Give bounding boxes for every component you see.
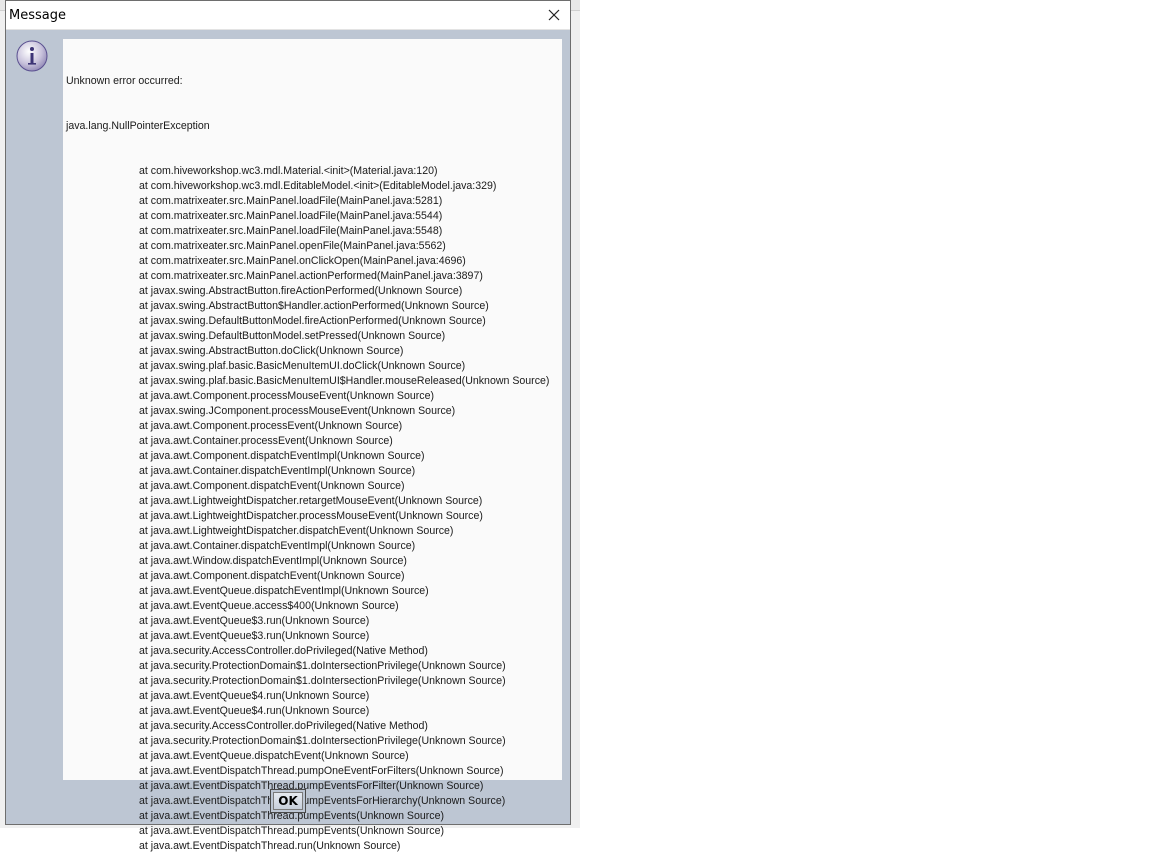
stack-frame-line: at java.awt.Component.dispatchEvent(Unkn… <box>139 570 405 582</box>
message-panel: Unknown error occurred: java.lang.NullPo… <box>63 39 562 852</box>
stack-frame-line: at java.awt.EventQueue$3.run(Unknown Sou… <box>139 615 370 627</box>
stack-frame-line: at java.awt.EventQueue.dispatchEventImpl… <box>139 585 429 597</box>
stack-frame-line: at java.awt.Window.dispatchEventImpl(Unk… <box>139 555 407 567</box>
stack-frame-line: at com.hiveworkshop.wc3.mdl.Material.<in… <box>139 165 438 177</box>
stack-frame-line: at java.awt.EventQueue.dispatchEvent(Unk… <box>139 750 409 762</box>
stack-frame-line: at java.awt.EventDispatchThread.pumpEven… <box>139 795 506 807</box>
stack-frame-line: at java.awt.Component.dispatchEventImpl(… <box>139 450 425 462</box>
stack-frame-line: at com.matrixeater.src.MainPanel.actionP… <box>139 270 483 282</box>
message-dialog: Message Unknown error occurred: java.lan… <box>5 0 571 852</box>
stack-frame-line: at javax.swing.AbstractButton$Handler.ac… <box>139 300 489 312</box>
stack-frame-line: at com.hiveworkshop.wc3.mdl.EditableMode… <box>139 180 497 192</box>
stack-frame-line: at com.matrixeater.src.MainPanel.onClick… <box>139 255 466 267</box>
stack-frame-line: at com.matrixeater.src.MainPanel.loadFil… <box>139 195 443 207</box>
stack-frame-line: at javax.swing.AbstractButton.doClick(Un… <box>139 345 404 357</box>
stack-frame-line: at java.security.ProtectionDomain$1.doIn… <box>139 735 506 747</box>
stack-frame-line: at java.awt.Container.processEvent(Unkno… <box>139 435 393 447</box>
stack-frame-line: at java.awt.EventDispatchThread.pumpOneE… <box>139 765 504 777</box>
stack-frame-line: at com.matrixeater.src.MainPanel.loadFil… <box>139 225 443 237</box>
error-message-text: Unknown error occurred: java.lang.NullPo… <box>66 44 549 854</box>
stack-frame-line: at java.awt.EventDispatchThread.pumpEven… <box>139 810 445 822</box>
stack-frame-line: at java.awt.EventDispatchThread.run(Unkn… <box>139 840 401 852</box>
stack-frame-line: at javax.swing.plaf.basic.BasicMenuItemU… <box>139 375 550 387</box>
stack-frame-line: at java.security.ProtectionDomain$1.doIn… <box>139 675 506 687</box>
close-icon <box>548 9 560 21</box>
stack-frame-line: at java.security.AccessController.doPriv… <box>139 720 428 732</box>
close-button[interactable] <box>544 5 564 25</box>
stack-frame-line: at java.awt.EventQueue.access$400(Unknow… <box>139 600 399 612</box>
stack-frame-line: at java.security.AccessController.doPriv… <box>139 645 428 657</box>
stack-frame-line: at java.awt.Component.processEvent(Unkno… <box>139 420 403 432</box>
stack-frame-line: at java.awt.LightweightDispatcher.retarg… <box>139 495 483 507</box>
stack-frame-line: at java.awt.EventQueue$4.run(Unknown Sou… <box>139 690 370 702</box>
stack-frame-line: at java.awt.LightweightDispatcher.proces… <box>139 510 483 522</box>
ok-button-focus-ring: OK <box>270 789 306 813</box>
stack-frame-line: at javax.swing.DefaultButtonModel.fireAc… <box>139 315 486 327</box>
dialog-title: Message <box>9 8 66 23</box>
stack-frame-line: at java.awt.EventDispatchThread.pumpEven… <box>139 825 445 837</box>
error-heading: Unknown error occurred: <box>66 75 183 87</box>
stack-frame-line: at java.awt.Component.processMouseEvent(… <box>139 390 435 402</box>
info-icon <box>15 39 49 73</box>
stack-frame-line: at javax.swing.JComponent.processMouseEv… <box>139 405 456 417</box>
stack-frame-line: at java.awt.EventQueue$4.run(Unknown Sou… <box>139 705 370 717</box>
stack-frame-line: at java.awt.Container.dispatchEventImpl(… <box>139 465 416 477</box>
stack-frame-line: at java.awt.LightweightDispatcher.dispat… <box>139 525 454 537</box>
stack-frame-line: at java.awt.Container.dispatchEventImpl(… <box>139 540 416 552</box>
stack-frame-line: at java.awt.EventQueue$3.run(Unknown Sou… <box>139 630 370 642</box>
stack-frame-line: at javax.swing.plaf.basic.BasicMenuItemU… <box>139 360 466 372</box>
stack-frame-line: at java.awt.EventDispatchThread.pumpEven… <box>139 780 484 792</box>
dialog-titlebar[interactable]: Message <box>6 1 570 30</box>
stack-frame-line: at com.matrixeater.src.MainPanel.loadFil… <box>139 210 443 222</box>
stack-frame-line: at javax.swing.DefaultButtonModel.setPre… <box>139 330 446 342</box>
stack-frame-line: at java.security.ProtectionDomain$1.doIn… <box>139 660 506 672</box>
stack-frame-line: at java.awt.Component.dispatchEvent(Unkn… <box>139 480 405 492</box>
stack-frame-line: at javax.swing.AbstractButton.fireAction… <box>139 285 463 297</box>
exception-name: java.lang.NullPointerException <box>66 120 210 132</box>
ok-button[interactable]: OK <box>273 792 303 810</box>
stack-frame-line: at com.matrixeater.src.MainPanel.openFil… <box>139 240 446 252</box>
